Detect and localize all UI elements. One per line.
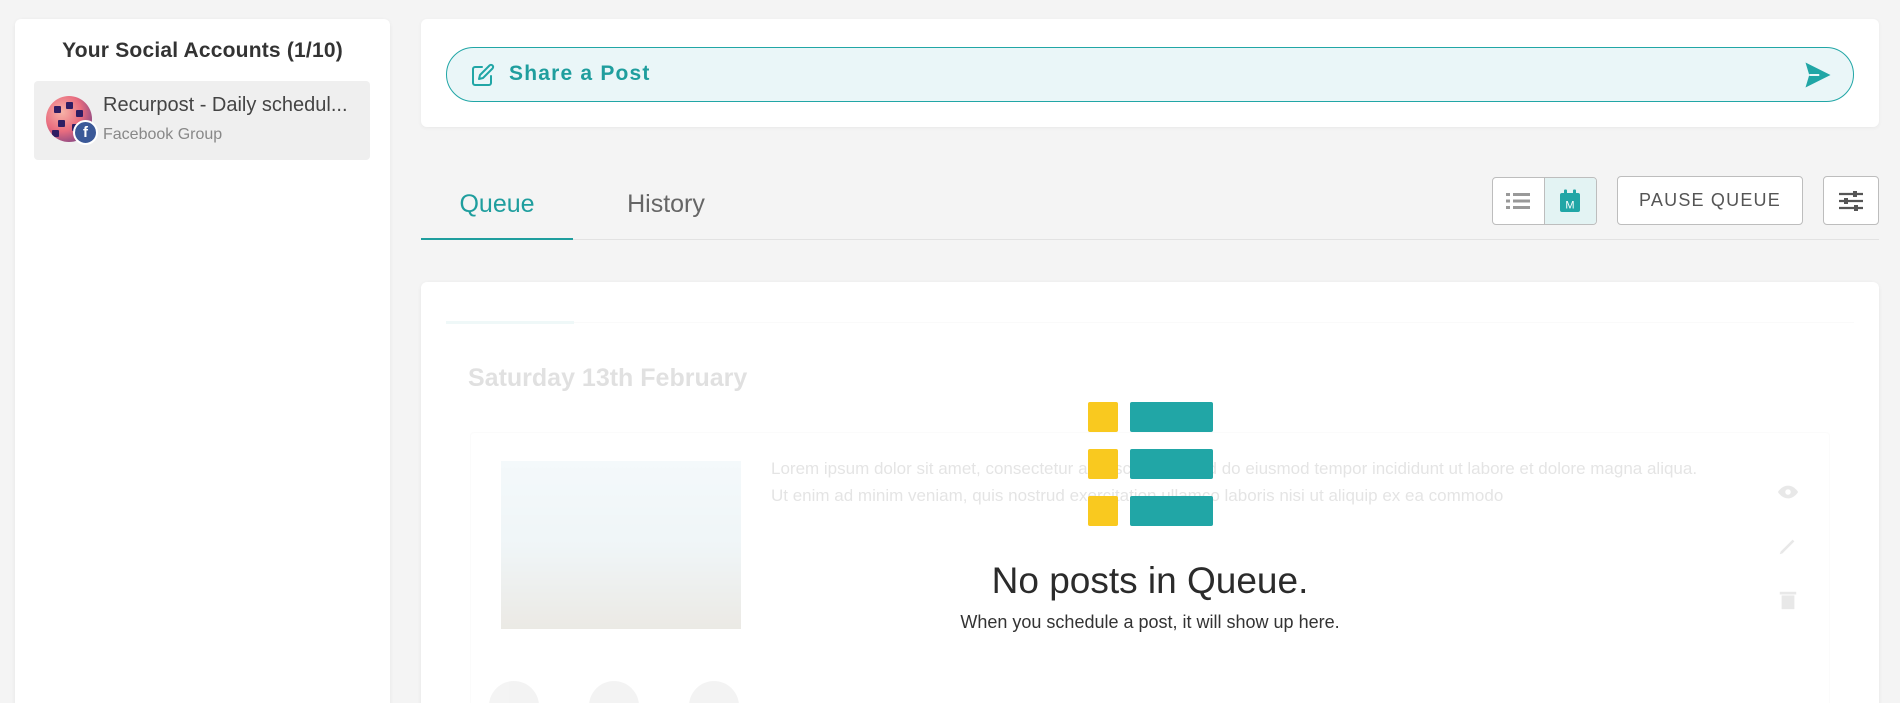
empty-state: No posts in Queue. When you schedule a p… — [421, 402, 1879, 633]
queue-list-icon — [1087, 402, 1213, 526]
share-post-card: Share a Post — [421, 19, 1879, 127]
pause-queue-button[interactable]: PAUSE QUEUE — [1617, 176, 1803, 225]
account-item[interactable]: f Recurpost - Daily schedul... Facebook … — [34, 81, 370, 160]
calendar-icon-letter: M — [1566, 200, 1575, 212]
account-type: Facebook Group — [103, 126, 223, 143]
ghost-divider — [446, 322, 1854, 323]
sliders-icon — [1839, 190, 1863, 211]
empty-state-title: No posts in Queue. — [991, 560, 1309, 601]
list-icon — [1506, 193, 1531, 209]
ghost-tab-indicator — [446, 321, 574, 324]
share-post-button[interactable]: Share a Post — [446, 47, 1854, 102]
list-view-button[interactable] — [1493, 178, 1545, 224]
queue-content-card: Saturday 13th February Lorem ipsum dolor… — [421, 282, 1879, 703]
tab-queue[interactable]: Queue — [421, 170, 573, 240]
share-post-label: Share a Post — [509, 62, 651, 85]
view-toggle: M — [1492, 177, 1597, 225]
edit-icon — [472, 63, 495, 86]
send-icon[interactable] — [1803, 60, 1833, 90]
calendar-icon: M — [1560, 189, 1581, 212]
ghost-avatar — [689, 681, 739, 703]
ghost-date-heading: Saturday 13th February — [468, 364, 748, 392]
ghost-avatar — [489, 681, 539, 703]
social-accounts-sidebar: Your Social Accounts (1/10) f Recurpost … — [15, 19, 390, 703]
facebook-icon: f — [73, 120, 98, 145]
empty-state-subtitle: When you schedule a post, it will show u… — [960, 612, 1340, 632]
tab-history[interactable]: History — [589, 170, 743, 239]
calendar-view-button[interactable]: M — [1544, 178, 1596, 224]
filter-settings-button[interactable] — [1823, 176, 1879, 225]
ghost-avatar — [589, 681, 639, 703]
account-name: Recurpost - Daily schedul... — [103, 94, 348, 116]
sidebar-title: Your Social Accounts (1/10) — [62, 39, 343, 62]
